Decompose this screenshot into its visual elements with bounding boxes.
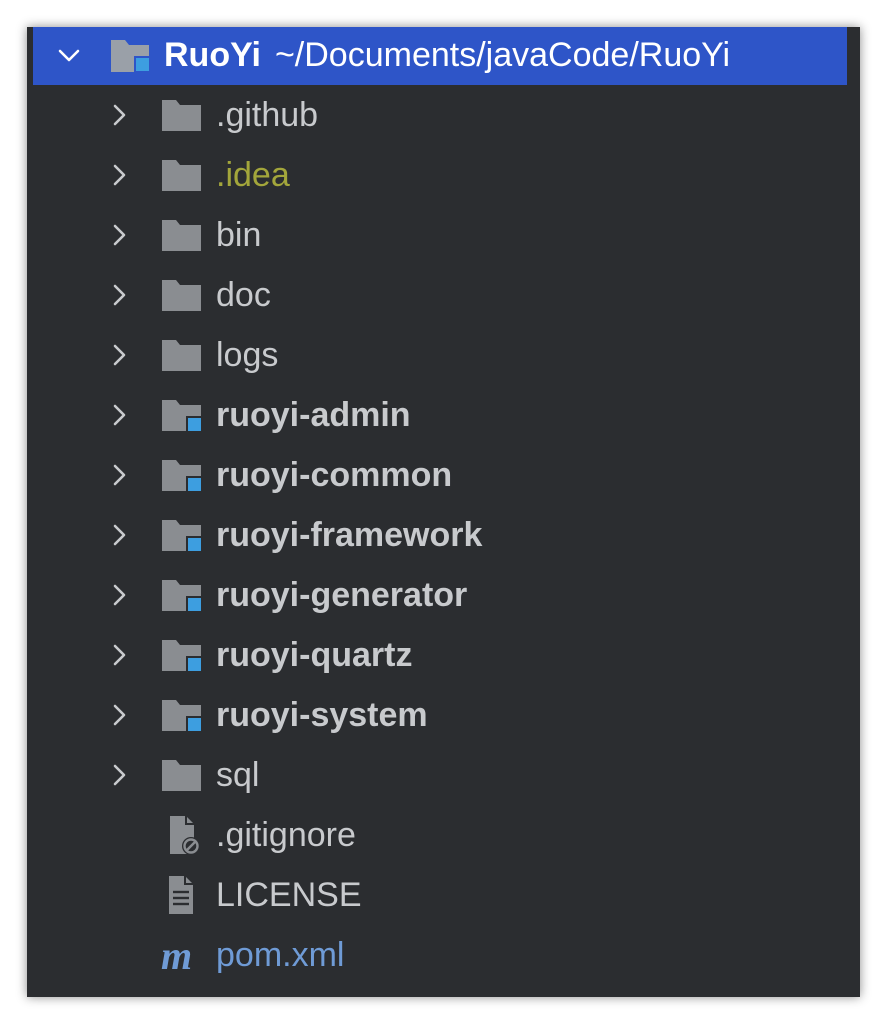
folder-icon: [160, 153, 204, 197]
project-tree[interactable]: RuoYi ~/Documents/javaCode/RuoYi .github.…: [27, 27, 860, 985]
tree-item-label: LICENSE: [216, 876, 362, 914]
tree-item-label: sql: [216, 756, 260, 794]
project-name: RuoYi: [164, 36, 261, 74]
tree-item-label: .github: [216, 96, 319, 134]
tree-item-bin[interactable]: bin: [27, 205, 860, 265]
module-folder-icon: [160, 393, 204, 437]
tree-item-dot-github[interactable]: .github: [27, 85, 860, 145]
folder-icon: [160, 213, 204, 257]
chevron-right-icon[interactable]: [105, 760, 135, 790]
project-path: ~/Documents/javaCode/RuoYi: [274, 36, 731, 74]
chevron-right-icon[interactable]: [105, 340, 135, 370]
module-folder-icon: [109, 34, 153, 78]
tree-item-logs[interactable]: logs: [27, 325, 860, 385]
tree-item-label: ruoyi-generator: [216, 576, 468, 614]
tree-item-label: .idea: [216, 156, 290, 194]
tree-root-ruoyi[interactable]: RuoYi ~/Documents/javaCode/RuoYi: [33, 27, 847, 85]
folder-icon: [160, 333, 204, 377]
chevron-right-icon[interactable]: [105, 280, 135, 310]
chevron-right-icon[interactable]: [105, 640, 135, 670]
text-file-icon: [160, 873, 204, 917]
chevron-right-icon[interactable]: [105, 700, 135, 730]
folder-icon: [160, 273, 204, 317]
tree-item-label: ruoyi-framework: [216, 516, 483, 554]
ignore-file-icon: [160, 813, 204, 857]
chevron-right-icon[interactable]: [105, 400, 135, 430]
tree-item-label: ruoyi-system: [216, 696, 428, 734]
tree-item-ruoyi-quartz[interactable]: ruoyi-quartz: [27, 625, 860, 685]
tree-item-label: .gitignore: [216, 816, 356, 854]
chevron-right-icon[interactable]: [105, 460, 135, 490]
tree-item-license[interactable]: LICENSE: [27, 865, 860, 925]
chevron-right-icon[interactable]: [105, 580, 135, 610]
tree-item-ruoyi-common[interactable]: ruoyi-common: [27, 445, 860, 505]
folder-icon: [160, 93, 204, 137]
module-folder-icon: [160, 573, 204, 617]
tree-item-label: pom.xml: [216, 936, 345, 974]
chevron-right-icon[interactable]: [105, 520, 135, 550]
tree-item-pom-xml[interactable]: m pom.xml: [27, 925, 860, 985]
tree-item-dot-gitignore[interactable]: .gitignore: [27, 805, 860, 865]
tree-item-label: ruoyi-quartz: [216, 636, 413, 674]
tree-item-label: bin: [216, 216, 262, 254]
tree-item-label: ruoyi-admin: [216, 396, 411, 434]
tree-item-ruoyi-admin[interactable]: ruoyi-admin: [27, 385, 860, 445]
project-tool-window: RuoYi ~/Documents/javaCode/RuoYi .github.…: [27, 27, 860, 997]
svg-text:m: m: [161, 933, 192, 977]
module-folder-icon: [160, 453, 204, 497]
chevron-right-icon[interactable]: [105, 100, 135, 130]
tree-item-sql[interactable]: sql: [27, 745, 860, 805]
chevron-right-icon[interactable]: [105, 220, 135, 250]
module-folder-icon: [160, 633, 204, 677]
tree-item-label: ruoyi-common: [216, 456, 453, 494]
tree-item-doc[interactable]: doc: [27, 265, 860, 325]
module-folder-icon: [160, 513, 204, 557]
root-label: RuoYi ~/Documents/javaCode/RuoYi: [164, 27, 730, 84]
maven-icon: m: [160, 933, 204, 978]
tree-item-ruoyi-generator[interactable]: ruoyi-generator: [27, 565, 860, 625]
tree-item-ruoyi-system[interactable]: ruoyi-system: [27, 685, 860, 745]
tree-item-ruoyi-framework[interactable]: ruoyi-framework: [27, 505, 860, 565]
module-folder-icon: [160, 693, 204, 737]
chevron-down-icon[interactable]: [54, 41, 84, 71]
tree-item-label: logs: [216, 336, 279, 374]
folder-icon: [160, 753, 204, 797]
tree-item-dot-idea[interactable]: .idea: [27, 145, 860, 205]
chevron-right-icon[interactable]: [105, 160, 135, 190]
tree-item-label: doc: [216, 276, 271, 314]
